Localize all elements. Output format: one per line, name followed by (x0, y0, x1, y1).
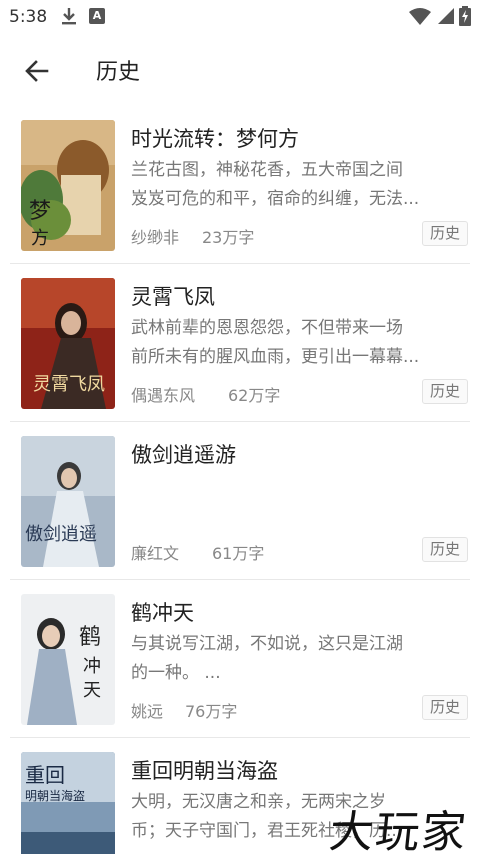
svg-text:明朝当海盗: 明朝当海盗 (25, 788, 85, 803)
book-item[interactable]: 傲剑逍遥 傲剑逍遥游 廉红文 61万字 历史 (10, 422, 470, 580)
signal-icon (438, 8, 454, 24)
book-cover[interactable]: 鹤 冲 天 (21, 594, 115, 725)
book-title: 灵霄飞凤 (131, 285, 215, 309)
book-title: 鹤冲天 (131, 601, 194, 625)
category-tag: 历史 (422, 379, 468, 404)
book-title: 傲剑逍遥游 (131, 443, 236, 467)
svg-text:重回: 重回 (25, 763, 65, 787)
book-author: 廉红文 (131, 544, 180, 563)
category-tag: 历史 (422, 221, 468, 246)
book-cover[interactable]: 傲剑逍遥 (21, 436, 115, 567)
book-description (131, 472, 465, 530)
svg-text:灵霄飞凤: 灵霄飞凤 (33, 374, 105, 395)
svg-text:鹤: 鹤 (79, 625, 101, 650)
book-title: 时光流转：梦何方 (131, 127, 299, 151)
wifi-icon (409, 8, 431, 25)
watermark-logo: 大玩家 (326, 807, 471, 858)
book-author: 纱缈非 (131, 228, 180, 247)
book-word-count: 76万字 (185, 702, 238, 721)
book-word-count: 23万字 (202, 228, 255, 247)
book-word-count: 61万字 (212, 544, 265, 563)
book-list: 梦 方 时光流转：梦何方 兰花古图，神秘花香，五大帝国之间 岌岌可危的和平，宿命… (0, 106, 480, 854)
svg-text:梦: 梦 (29, 199, 51, 224)
category-tag: 历史 (422, 537, 468, 562)
status-time: 5:38 (9, 7, 48, 27)
svg-text:傲剑逍遥: 傲剑逍遥 (25, 524, 97, 545)
app-bar: 历史 (0, 34, 480, 106)
status-bar: 5:38 A (0, 0, 480, 34)
battery-icon (459, 6, 471, 26)
book-author: 偶遇东风 (131, 386, 196, 405)
book-author: 姚远 (131, 702, 164, 721)
svg-text:冲: 冲 (83, 656, 101, 677)
book-word-count: 62万字 (228, 386, 281, 405)
book-item[interactable]: 梦 方 时光流转：梦何方 兰花古图，神秘花香，五大帝国之间 岌岌可危的和平，宿命… (10, 106, 470, 264)
category-tag: 历史 (422, 695, 468, 720)
book-cover[interactable]: 梦 方 (21, 120, 115, 251)
svg-text:方: 方 (31, 228, 49, 249)
book-cover[interactable]: 重回 明朝当海盗 (21, 752, 115, 854)
book-description: 武林前辈的恩恩怨怨，不但带来一场 前所未有的腥风血雨，更引出一幕幕... (131, 318, 420, 367)
book-item[interactable]: 鹤 冲 天 鹤冲天 与其说写江湖，不如说，这只是江湖 的一种。 ... 姚远 7… (10, 580, 470, 738)
download-icon (62, 8, 76, 25)
book-description: 与其说写江湖，不如说，这只是江湖 的一种。 ... (131, 634, 403, 683)
book-description: 兰花古图，神秘花香，五大帝国之间 岌岌可危的和平，宿命的纠缠，无法... (131, 160, 420, 209)
book-cover[interactable]: 灵霄飞凤 (21, 278, 115, 409)
book-title: 重回明朝当海盗 (131, 759, 278, 783)
page-title: 历史 (96, 60, 141, 85)
book-item[interactable]: 灵霄飞凤 灵霄飞凤 武林前辈的恩恩怨怨，不但带来一场 前所未有的腥风血雨，更引出… (10, 264, 470, 422)
a-badge-icon: A (89, 8, 105, 24)
svg-text:天: 天 (83, 680, 101, 701)
back-arrow-icon[interactable] (20, 54, 54, 88)
